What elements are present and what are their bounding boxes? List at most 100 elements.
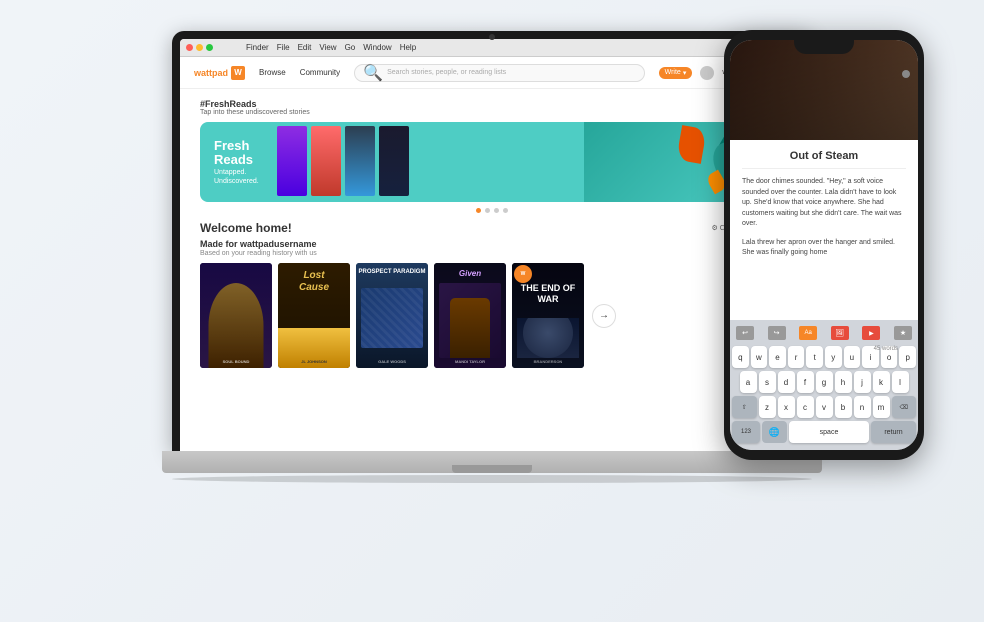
key-e[interactable]: e	[769, 346, 786, 368]
key-h[interactable]: h	[835, 371, 852, 393]
key-t[interactable]: t	[806, 346, 823, 368]
book-end-of-war-author: BRANDERSON	[512, 359, 584, 364]
book-soul-bound[interactable]: SOUL BOUND	[200, 263, 272, 368]
leaf-4	[676, 125, 707, 164]
key-c[interactable]: c	[797, 396, 814, 418]
menu-edit[interactable]: Edit	[298, 43, 312, 52]
nav-community[interactable]: Community	[300, 68, 340, 77]
banner-books	[273, 122, 413, 202]
key-x[interactable]: x	[778, 396, 795, 418]
user-avatar	[700, 66, 714, 80]
book-prospect-paradigm[interactable]: PROSPECT PARADIGM GALE WOODS	[356, 263, 428, 368]
key-m[interactable]: m	[873, 396, 890, 418]
key-w[interactable]: w	[751, 346, 768, 368]
key-r[interactable]: r	[788, 346, 805, 368]
keyboard-row-4: 123 🌐 space return	[732, 421, 916, 443]
write-button[interactable]: Write ▾	[659, 67, 693, 79]
key-d[interactable]: d	[778, 371, 795, 393]
nav-browse[interactable]: Browse	[259, 68, 286, 77]
image-insert-icon[interactable]: 🖼	[831, 326, 849, 340]
key-v[interactable]: v	[816, 396, 833, 418]
phone-story-content: Out of Steam The door chimes sounded. "H…	[730, 140, 918, 320]
fresh-reads-banner[interactable]: Fresh Reads Untapped. Undiscovered.	[200, 122, 784, 202]
key-emoji[interactable]: 🌐	[762, 421, 787, 443]
key-return[interactable]: return	[871, 421, 916, 443]
key-z[interactable]: z	[759, 396, 776, 418]
key-u[interactable]: u	[844, 346, 861, 368]
phone-header-image	[730, 40, 918, 140]
key-b[interactable]: b	[835, 396, 852, 418]
dot-1[interactable]	[476, 208, 481, 213]
dot-2[interactable]	[485, 208, 490, 213]
key-k[interactable]: k	[873, 371, 890, 393]
key-space[interactable]: space	[789, 421, 869, 443]
key-l[interactable]: l	[892, 371, 909, 393]
key-q[interactable]: q	[732, 346, 749, 368]
banner-subtitle-2: Undiscovered.	[214, 178, 259, 185]
key-123[interactable]: 123	[732, 421, 760, 443]
key-f[interactable]: f	[797, 371, 814, 393]
book-end-of-war[interactable]: THE END OF WAR BRANDERSON W	[512, 263, 584, 368]
menu-view[interactable]: View	[319, 43, 336, 52]
video-insert-icon[interactable]: ▶	[862, 326, 880, 340]
key-y[interactable]: y	[825, 346, 842, 368]
phone-story-title: Out of Steam	[742, 150, 906, 169]
macos-menu: Finder File Edit View Go Window Help	[246, 43, 416, 52]
made-for-title: Made for wattpadusername	[200, 239, 784, 249]
menu-go[interactable]: Go	[345, 43, 356, 52]
laptop-screen: Finder File Edit View Go Window Help Thu…	[180, 39, 804, 451]
text-format-icon[interactable]: Aa	[799, 326, 817, 340]
banner-book-2	[311, 126, 341, 196]
banner-title-line2: Reads	[214, 153, 259, 167]
key-n[interactable]: n	[854, 396, 871, 418]
sliders-icon: ⚙	[712, 224, 718, 232]
key-a[interactable]: a	[740, 371, 757, 393]
menu-finder[interactable]: Finder	[246, 43, 269, 52]
macos-max-dot[interactable]	[206, 44, 213, 51]
redo-icon[interactable]: ↪	[768, 326, 786, 340]
welcome-row: Welcome home! ⚙ Content Preferences	[200, 221, 784, 235]
dot-3[interactable]	[494, 208, 499, 213]
next-books-arrow[interactable]: →	[592, 304, 616, 328]
carousel-dots	[200, 208, 784, 213]
wattpad-logo-text: wattpad	[194, 68, 228, 78]
scene: Finder File Edit View Go Window Help Thu…	[0, 0, 984, 622]
menu-file[interactable]: File	[277, 43, 290, 52]
macos-min-dot[interactable]	[196, 44, 203, 51]
key-g[interactable]: g	[816, 371, 833, 393]
book-soul-bound-title: SOUL BOUND	[200, 359, 272, 364]
laptop-camera	[489, 34, 495, 40]
menu-window[interactable]: Window	[363, 43, 391, 52]
book-lost-cause-author: JL JOHNSON	[278, 359, 350, 364]
key-j[interactable]: j	[854, 371, 871, 393]
search-bar[interactable]: 🔍 Search stories, people, or reading lis…	[354, 64, 644, 82]
macos-close-dot[interactable]	[186, 44, 193, 51]
book-end-of-war-text: THE END OF WAR	[517, 283, 579, 305]
phone-keyboard: ↩ ↪ Aa 🖼 ▶ ★ 45 words q w e	[730, 320, 918, 450]
welcome-heading: Welcome home!	[200, 221, 292, 235]
menu-help[interactable]: Help	[400, 43, 416, 52]
phone-notch	[794, 40, 854, 54]
undo-icon[interactable]: ↩	[736, 326, 754, 340]
banner-title-line1: Fresh	[214, 139, 259, 153]
banner-book-1	[277, 126, 307, 196]
key-shift[interactable]: ⇧	[732, 396, 757, 418]
macos-titlebar: Finder File Edit View Go Window Help Thu…	[180, 39, 804, 57]
dot-4[interactable]	[503, 208, 508, 213]
book-lost-cause[interactable]: Lost Cause JL JOHNSON	[278, 263, 350, 368]
key-s[interactable]: s	[759, 371, 776, 393]
wattpad-logo[interactable]: wattpad W	[194, 66, 245, 80]
made-for-subtitle: Based on your reading history with us	[200, 250, 784, 257]
laptop-screen-outer: Finder File Edit View Go Window Help Thu…	[172, 31, 812, 451]
key-backspace[interactable]: ⌫	[892, 396, 917, 418]
search-placeholder: Search stories, people, or reading lists	[387, 69, 506, 76]
key-p[interactable]: p	[899, 346, 916, 368]
word-count-label: 45 words	[874, 346, 898, 352]
banner-text: Fresh Reads Untapped. Undiscovered.	[200, 129, 273, 196]
phone: Out of Steam The door chimes sounded. "H…	[724, 30, 924, 460]
keyboard-toolbar: ↩ ↪ Aa 🖼 ▶ ★	[732, 324, 916, 342]
star-icon[interactable]: ★	[894, 326, 912, 340]
book-given[interactable]: Given MANDI TAYLOR	[434, 263, 506, 368]
banner-subtitle-1: Untapped.	[214, 169, 259, 176]
book-prospect-title: PROSPECT PARADIGM	[358, 269, 426, 276]
